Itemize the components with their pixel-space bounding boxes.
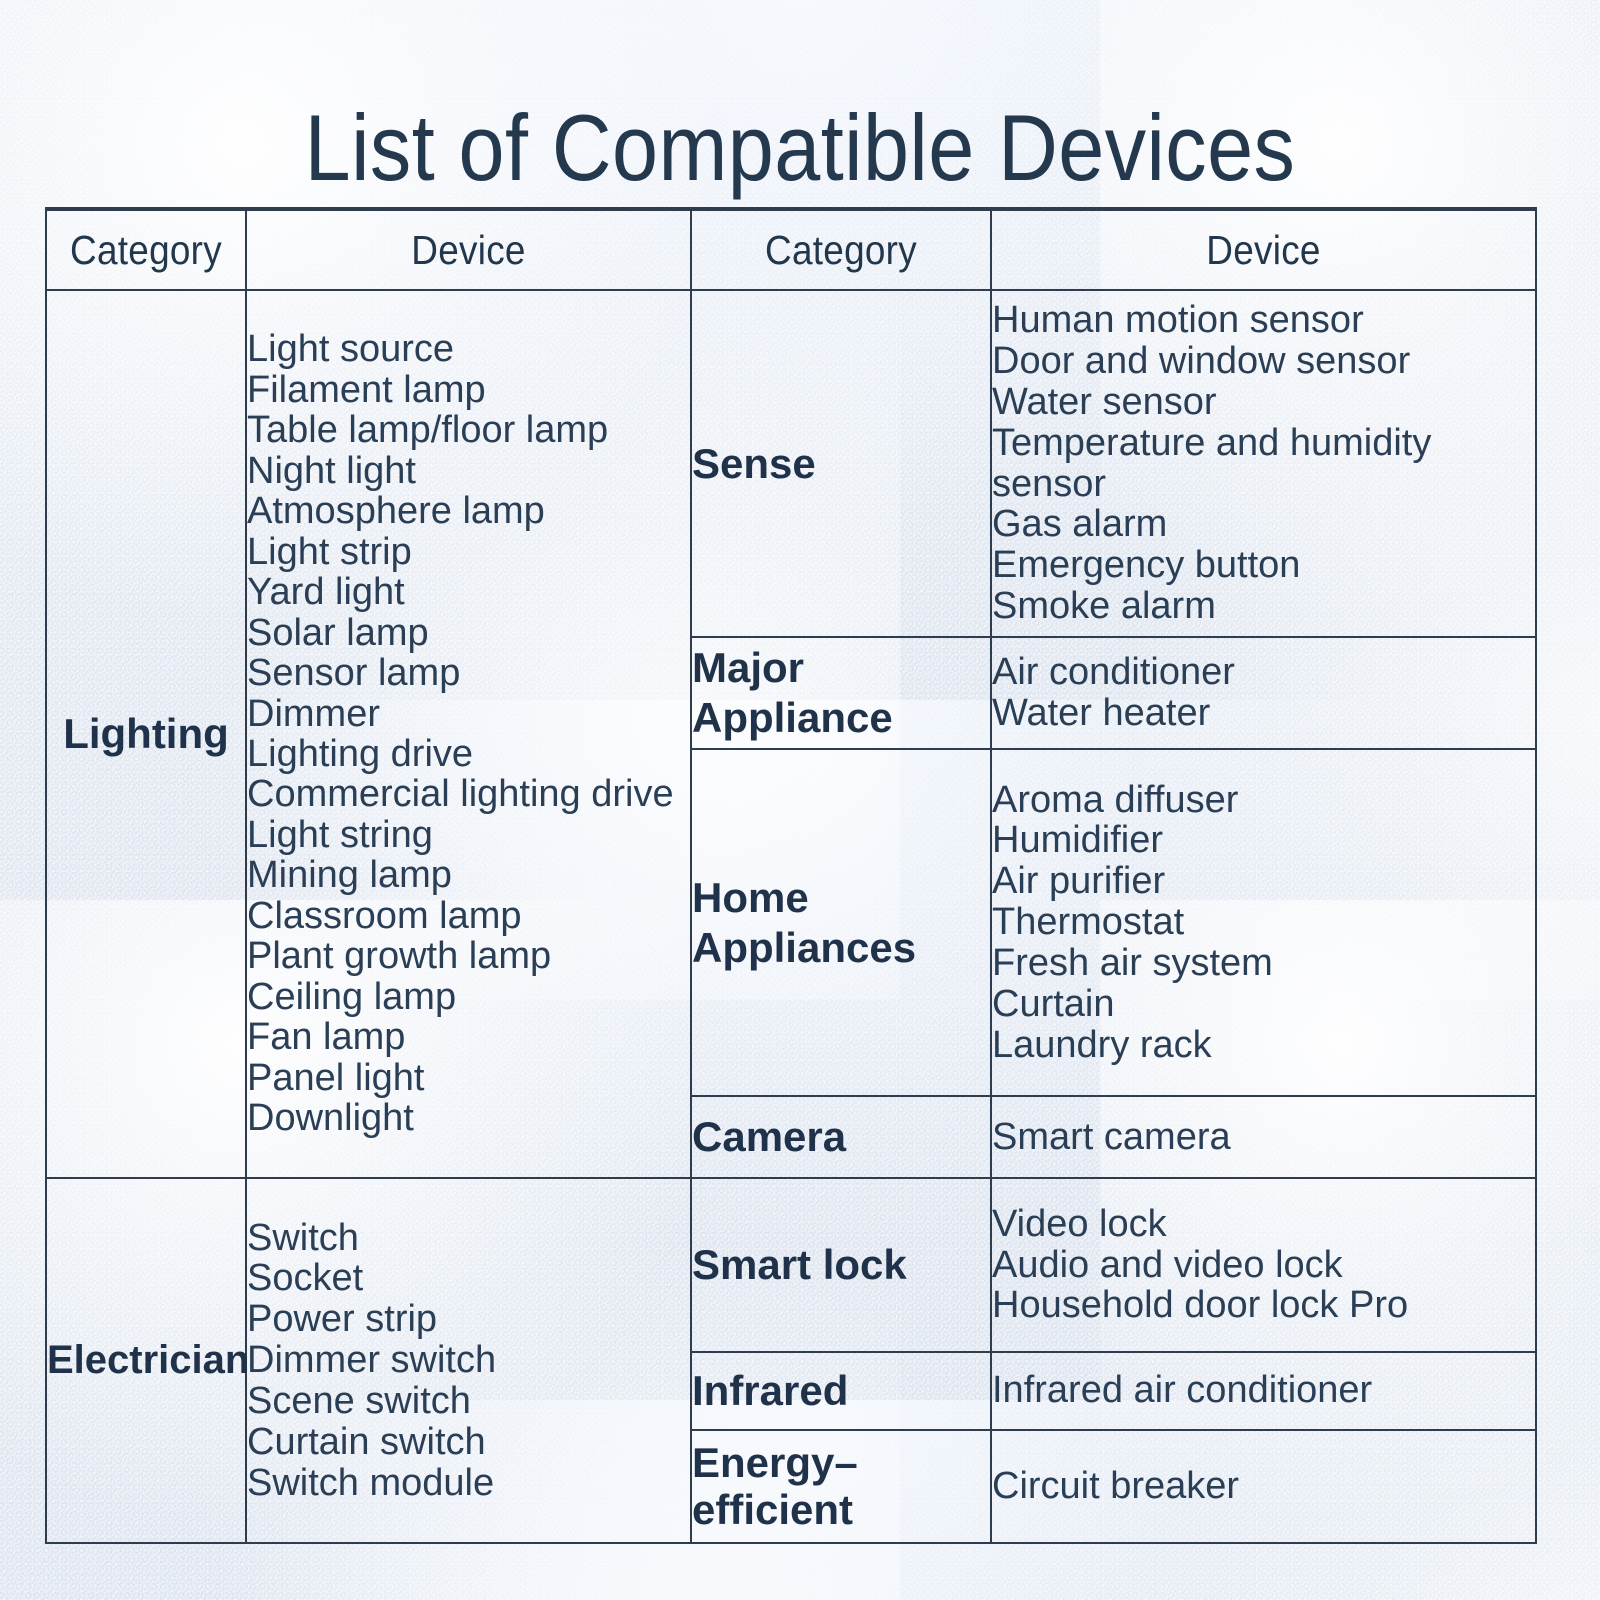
list-item: Panel light <box>247 1056 425 1099</box>
device-list: Video lock Audio and video lock Househol… <box>992 1202 1535 1327</box>
list-item: Filament lamp <box>247 368 486 411</box>
list-item: Smart camera <box>992 1115 1231 1158</box>
list-item: Power strip <box>247 1298 438 1341</box>
device-list-infrared: Infrared air conditioner <box>990 1350 1537 1431</box>
device-list-sense: Human motion sensor Door and window sens… <box>990 289 1537 638</box>
list-item: Air purifier <box>992 860 1166 903</box>
list-item: Night light <box>247 449 416 492</box>
list-item: Downlight <box>247 1097 414 1140</box>
device-list-major-appliance: Air conditioner Water heater <box>990 636 1537 750</box>
device-list: Human motion sensor Door and window sens… <box>992 300 1535 627</box>
list-item: Water heater <box>992 692 1211 734</box>
list-item: Scene switch <box>247 1379 471 1422</box>
compatible-devices-table: Category Device Category Device Lighting… <box>45 207 1537 1545</box>
list-item: Curtain switch <box>247 1420 486 1463</box>
list-item: Smoke alarm <box>992 585 1216 628</box>
list-item: Plant growth lamp <box>247 935 552 978</box>
device-list: Air conditioner Water heater <box>992 652 1535 734</box>
list-item: Curtain <box>992 982 1115 1025</box>
table-header-row: Category Device Category Device <box>46 207 1536 291</box>
list-item: Air conditioner <box>992 651 1235 694</box>
list-item: Audio and video lock <box>992 1243 1343 1286</box>
category-camera: Camera <box>690 1095 992 1179</box>
device-list: Switch Socket Power strip Dimmer switch … <box>247 1216 690 1504</box>
list-item: Light source <box>247 328 455 371</box>
list-item: Humidifier <box>992 819 1164 862</box>
list-item: Video lock <box>992 1202 1167 1245</box>
category-smart-lock: Smart lock <box>690 1177 992 1353</box>
device-list-camera: Smart camera <box>990 1095 1537 1179</box>
list-item: Door and window sensor <box>992 339 1411 382</box>
list-item: Aroma diffuser <box>992 778 1239 821</box>
list-item: Circuit breaker <box>992 1464 1240 1507</box>
list-item: Table lamp/floor lamp <box>247 409 609 452</box>
list-item: Household door lock Pro <box>992 1284 1409 1327</box>
table-row: Electrician Switch Socket Power strip Di… <box>45 1177 1537 1544</box>
list-item: Temperature and humidity sensor <box>992 421 1432 505</box>
list-item: Emergency button <box>992 544 1301 587</box>
list-item: Water sensor <box>992 380 1217 423</box>
list-item: Solar lamp <box>247 611 429 654</box>
header-left-category: Category <box>55 207 237 291</box>
list-item: Classroom lamp <box>247 894 522 937</box>
list-item: Human motion sensor <box>992 299 1364 342</box>
list-item: Gas alarm <box>992 503 1168 546</box>
category-lighting: Lighting <box>45 289 247 1179</box>
category-electrician: Electrician <box>45 1177 249 1544</box>
category-energy-efficient: Energy–efficient <box>690 1428 992 1545</box>
list-item: Dimmer switch <box>247 1339 497 1382</box>
device-list-lighting: Light source Filament lamp Table lamp/fl… <box>245 289 692 1179</box>
list-item: Sensor lamp <box>247 652 461 695</box>
table-row: Lighting Light source Filament lamp Tabl… <box>45 289 1537 1179</box>
list-item: Switch module <box>247 1461 495 1504</box>
header-right-device: Device <box>1017 207 1510 291</box>
device-list: Aroma diffuser Humidifier Air purifier T… <box>992 778 1535 1066</box>
category-energy-efficient-label: Energy–efficient <box>692 1439 858 1534</box>
category-home-appliances: Home Appliances <box>690 748 992 1097</box>
list-item: Atmosphere lamp <box>247 490 545 533</box>
list-item: Infrared air conditioner <box>992 1369 1373 1412</box>
list-item: Light string <box>247 813 433 856</box>
list-item: Socket <box>247 1257 364 1300</box>
device-list: Circuit breaker <box>992 1466 1535 1507</box>
device-list: Light source Filament lamp Table lamp/fl… <box>247 328 690 1140</box>
header-right-category: Category <box>705 207 977 291</box>
list-item: Ceiling lamp <box>247 975 457 1018</box>
header-left-device: Device <box>267 207 670 291</box>
category-sense: Sense <box>690 289 992 638</box>
list-item: Commercial lighting drive <box>247 773 674 816</box>
list-item: Yard light <box>247 571 405 614</box>
list-item: Laundry rack <box>992 1023 1212 1066</box>
list-item: Fan lamp <box>247 1016 406 1059</box>
category-infrared: Infrared <box>690 1350 992 1431</box>
list-item: Dimmer <box>247 692 380 735</box>
device-list: Smart camera <box>992 1115 1535 1158</box>
category-major-appliance: Major Appliance <box>690 636 992 750</box>
device-list-smart-lock: Video lock Audio and video lock Househol… <box>990 1177 1537 1353</box>
device-list: Infrared air conditioner <box>992 1370 1535 1411</box>
device-list-home-appliances: Aroma diffuser Humidifier Air purifier T… <box>990 748 1537 1097</box>
list-item: Mining lamp <box>247 854 452 897</box>
list-item: Fresh air system <box>992 941 1273 984</box>
list-item: Lighting drive <box>247 733 474 775</box>
list-item: Switch <box>247 1216 359 1259</box>
list-item: Thermostat <box>992 901 1185 944</box>
device-list-electrician: Switch Socket Power strip Dimmer switch … <box>245 1177 692 1544</box>
list-item: Light strip <box>247 530 412 573</box>
page-title: List of Compatible Devices <box>304 94 1296 200</box>
device-list-energy-efficient: Circuit breaker <box>990 1428 1537 1545</box>
